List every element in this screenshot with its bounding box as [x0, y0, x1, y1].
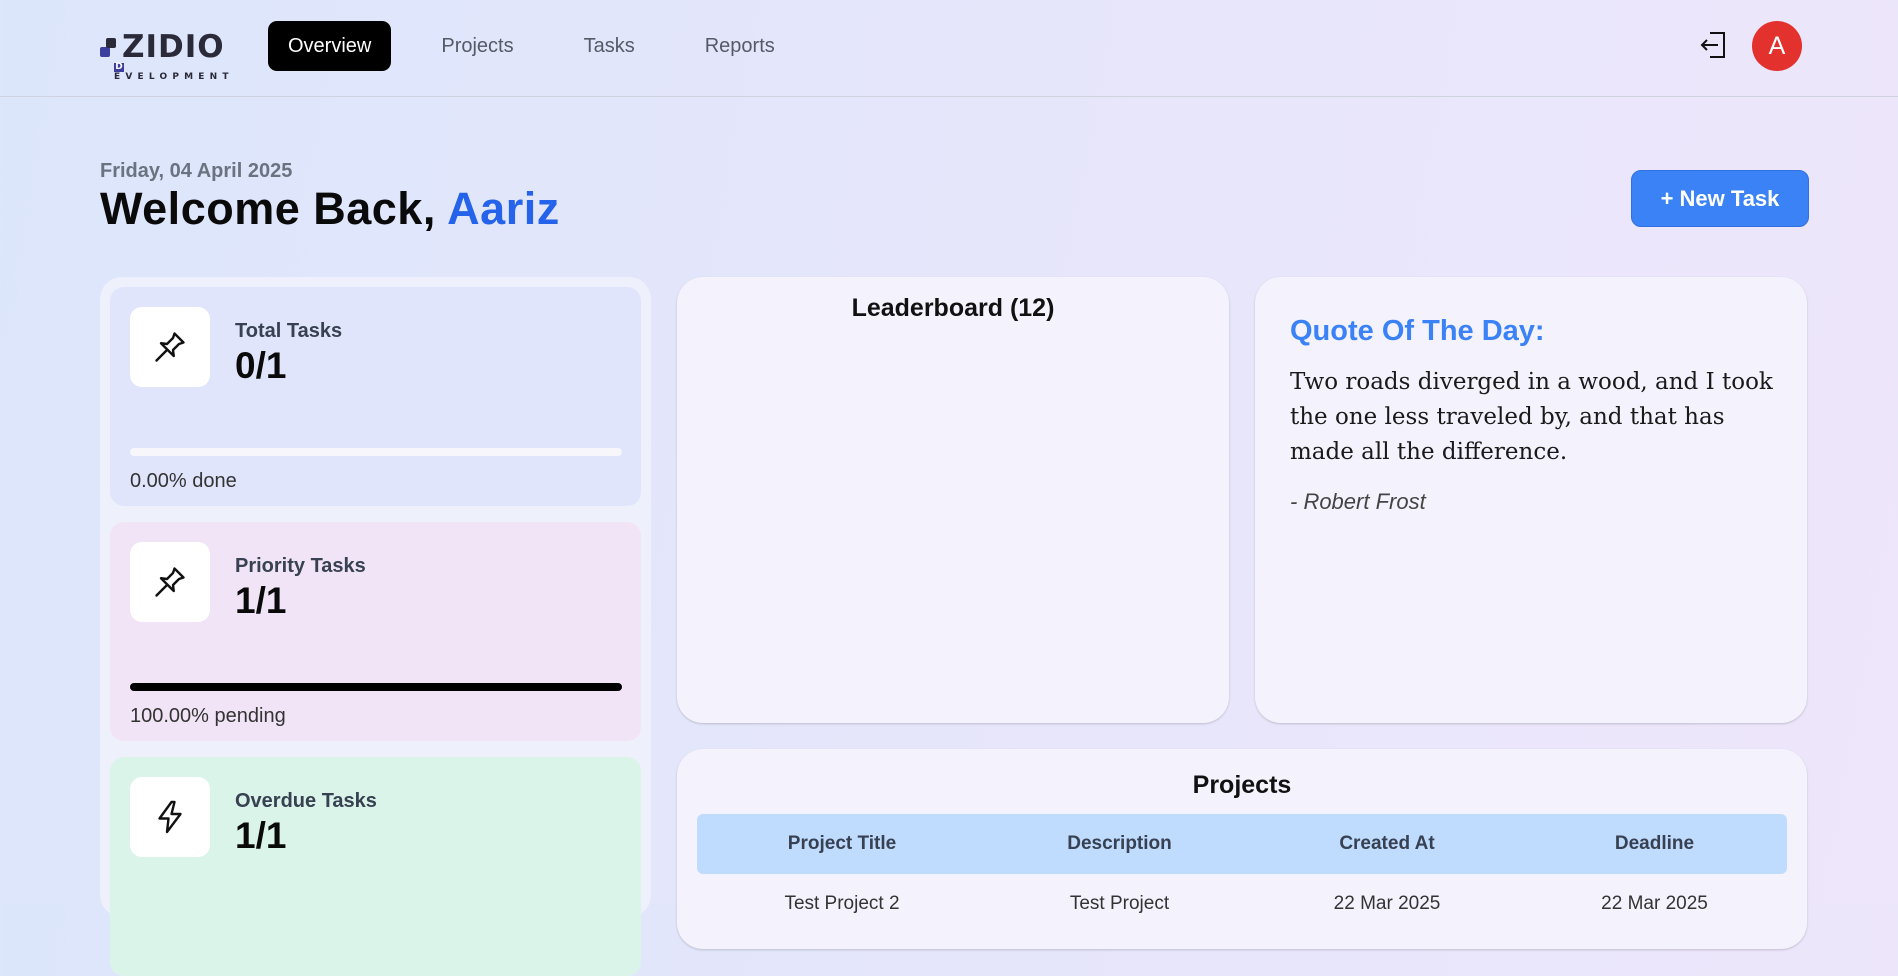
new-task-button[interactable]: + New Task: [1631, 170, 1809, 227]
stat-caption: 100.00% pending: [130, 705, 286, 727]
table-cell: Test Project: [1069, 893, 1170, 914]
nav-tasks[interactable]: Tasks: [564, 21, 655, 71]
user-name: Aariz: [447, 183, 560, 234]
bolt-icon: [158, 800, 182, 834]
stat-card-overdue-tasks[interactable]: Overdue Tasks 1/1: [110, 757, 641, 976]
current-date: Friday, 04 April 2025: [100, 160, 293, 182]
pin-icon: [155, 567, 185, 597]
progress-fill: [130, 683, 622, 691]
column-header[interactable]: Deadline: [1522, 814, 1787, 874]
logo-mark-icon: [100, 38, 116, 57]
projects-table-header: Project Title Description Created At Dea…: [697, 814, 1787, 874]
logo-wordmark: ZIDIO: [122, 29, 225, 65]
stat-label: Overdue Tasks: [235, 790, 377, 812]
projects-card: Projects Project Title Description Creat…: [677, 749, 1807, 949]
brand-logo[interactable]: ZIDIO DEVELOPMENT: [100, 29, 240, 82]
projects-title: Projects: [1192, 771, 1292, 799]
stat-card-priority-tasks[interactable]: Priority Tasks 1/1 100.00% pending: [110, 522, 641, 741]
table-cell: 22 Mar 2025: [1601, 893, 1708, 914]
table-row[interactable]: Test Project 2 Test Project 22 Mar 2025 …: [697, 889, 1787, 919]
stat-card-total-tasks[interactable]: Total Tasks 0/1 0.00% done: [110, 287, 641, 506]
logo-subtitle: DEVELOPMENT: [114, 62, 234, 82]
column-header[interactable]: Created At: [1252, 814, 1522, 874]
quote-title: Quote Of The Day:: [1290, 315, 1545, 347]
progress-bar: [130, 448, 622, 456]
leaderboard-title: Leaderboard (12): [851, 294, 1055, 322]
page-title: Welcome Back, Aariz: [100, 183, 560, 235]
stat-label: Priority Tasks: [235, 555, 366, 577]
stats-panel: Total Tasks 0/1 0.00% done Priority Task…: [100, 277, 651, 976]
quote-author: - Robert Frost: [1290, 489, 1426, 514]
user-avatar[interactable]: A: [1752, 21, 1802, 71]
logout-icon[interactable]: [1698, 29, 1730, 61]
progress-bar: [130, 683, 622, 691]
leaderboard-card: Leaderboard (12): [677, 277, 1229, 723]
nav-reports[interactable]: Reports: [685, 21, 795, 71]
quote-card: Quote Of The Day: Two roads diverged in …: [1255, 277, 1807, 723]
stat-value: 1/1: [235, 580, 287, 621]
column-header[interactable]: Project Title: [697, 814, 987, 874]
column-header[interactable]: Description: [987, 814, 1252, 874]
main-nav: Overview Projects Tasks Reports: [268, 21, 825, 71]
stat-value: 1/1: [235, 815, 287, 856]
stat-caption: 0.00% done: [130, 470, 237, 492]
table-cell: 22 Mar 2025: [1333, 893, 1441, 914]
nav-projects[interactable]: Projects: [421, 21, 533, 71]
stat-label: Total Tasks: [235, 320, 343, 342]
welcome-text: Welcome Back,: [100, 183, 448, 234]
quote-text: Two roads diverged in a wood, and I took…: [1290, 369, 1773, 465]
top-navbar: ZIDIO DEVELOPMENT Overview Projects Task…: [0, 0, 1898, 97]
stat-value: 0/1: [235, 345, 287, 386]
table-cell: Test Project 2: [784, 893, 900, 914]
nav-overview[interactable]: Overview: [268, 21, 392, 71]
pin-icon: [155, 332, 185, 362]
